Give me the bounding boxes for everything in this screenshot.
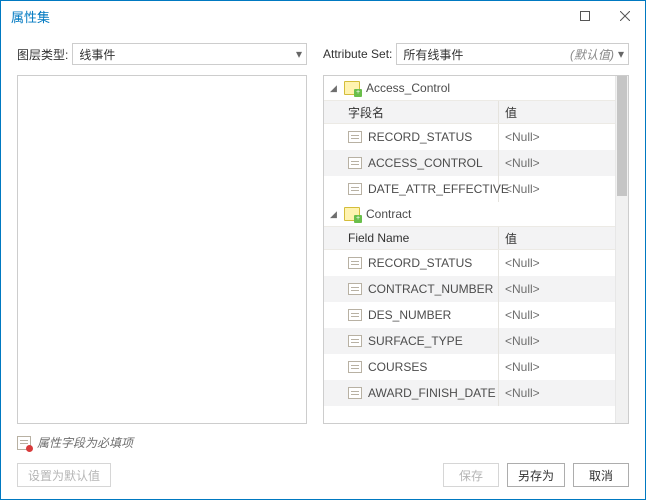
col-value-header: 值 <box>499 227 615 249</box>
field-row[interactable]: CONTRACT_NUMBER <Null> <box>324 276 615 302</box>
group-name: Contract <box>366 207 411 221</box>
close-button[interactable] <box>605 1 645 31</box>
field-icon <box>348 131 362 143</box>
field-value-cell[interactable]: <Null> <box>499 354 615 380</box>
field-name: SURFACE_TYPE <box>368 334 463 348</box>
content-area: 图层类型: 线事件 ▾ Attribute Set: 所有线事件 (默认值) ▾… <box>1 31 645 424</box>
field-name-cell: AWARD_FINISH_DATE <box>324 380 499 406</box>
collapse-icon: ◢ <box>330 83 340 94</box>
field-name-cell: SURFACE_TYPE <box>324 328 499 354</box>
field-icon <box>348 309 362 321</box>
col-value-header: 值 <box>499 101 615 123</box>
attribute-set-value: 所有线事件 <box>403 46 566 63</box>
titlebar: 属性集 <box>1 1 645 31</box>
field-name-cell: RECORD_STATUS <box>324 250 499 276</box>
folder-icon: + <box>344 81 360 95</box>
field-name-cell: DES_NUMBER <box>324 302 499 328</box>
field-name: CONTRACT_NUMBER <box>368 282 493 296</box>
field-icon <box>348 283 362 295</box>
dialog-window: 属性集 图层类型: 线事件 ▾ Attribute Set: 所有线事件 (默认… <box>0 0 646 500</box>
attribute-tree-pane: ◢+Access_Control字段名值RECORD_STATUS<Null>A… <box>323 75 629 424</box>
field-name: COURSES <box>368 360 427 374</box>
close-icon <box>620 11 630 21</box>
field-row[interactable]: DES_NUMBER <Null> <box>324 302 615 328</box>
layer-type-label: 图层类型: <box>17 46 68 63</box>
field-icon <box>348 361 362 373</box>
scroll-thumb[interactable] <box>617 76 627 196</box>
attribute-set-dropdown[interactable]: 所有线事件 (默认值) ▾ <box>396 43 629 65</box>
maximize-icon <box>580 11 590 21</box>
field-name-cell: CONTRACT_NUMBER <box>324 276 499 302</box>
field-value-cell[interactable]: <Null> <box>499 328 615 354</box>
attribute-set-label: Attribute Set: <box>323 47 392 61</box>
field-row[interactable]: SURFACE_TYPE <Null> <box>324 328 615 354</box>
scrollbar[interactable] <box>615 76 628 423</box>
field-icon <box>348 387 362 399</box>
field-row[interactable]: AWARD_FINISH_DATE<Null> <box>324 380 615 406</box>
group-name: Access_Control <box>366 81 450 95</box>
collapse-icon: ◢ <box>330 209 340 220</box>
chevron-down-icon: ▾ <box>296 47 302 61</box>
field-value-cell[interactable]: <Null> <box>499 250 615 276</box>
columns-header: Field Name值 <box>324 226 615 250</box>
field-name-cell: COURSES <box>324 354 499 380</box>
group-header[interactable]: ◢ + Access_Control <box>324 76 615 100</box>
field-name-cell: DATE_ATTR_EFFECTIVE <box>324 176 499 202</box>
group-header[interactable]: ◢ + Contract <box>324 202 615 226</box>
chevron-down-icon: ▾ <box>618 47 624 61</box>
field-name: ACCESS_CONTROL <box>368 156 483 170</box>
field-value-cell[interactable]: <Null> <box>499 276 615 302</box>
field-value-cell[interactable]: <Null> <box>499 124 615 150</box>
field-name: DATE_ATTR_EFFECTIVE <box>368 182 509 196</box>
field-row[interactable]: RECORD_STATUS <Null> <box>324 250 615 276</box>
cancel-button[interactable]: 取消 <box>573 463 629 487</box>
field-value-cell[interactable]: <Null> <box>499 150 615 176</box>
set-default-button[interactable]: 设置为默认值 <box>17 463 111 487</box>
field-name: DES_NUMBER <box>368 308 451 322</box>
col-field-header: 字段名 <box>324 101 499 123</box>
columns-header: 字段名值 <box>324 100 615 124</box>
layer-type-dropdown[interactable]: 线事件 ▾ <box>72 43 307 65</box>
field-row[interactable]: DATE_ATTR_EFFECTIVE<Null> <box>324 176 615 202</box>
field-icon <box>348 257 362 269</box>
field-name: RECORD_STATUS <box>368 130 472 144</box>
layer-type-value: 线事件 <box>79 46 292 63</box>
maximize-button[interactable] <box>565 1 605 31</box>
filters-row: 图层类型: 线事件 ▾ Attribute Set: 所有线事件 (默认值) ▾ <box>17 43 629 65</box>
field-value-cell[interactable]: <Null> <box>499 380 615 406</box>
left-pane <box>17 75 307 424</box>
field-name: AWARD_FINISH_DATE <box>368 386 496 400</box>
col-field-header: Field Name <box>324 227 499 249</box>
attribute-set-default: (默认值) <box>570 46 614 63</box>
field-value-cell[interactable]: <Null> <box>499 176 615 202</box>
panes: ◢+Access_Control字段名值RECORD_STATUS<Null>A… <box>17 75 629 424</box>
tree-scroll[interactable]: ◢+Access_Control字段名值RECORD_STATUS<Null>A… <box>324 76 615 423</box>
button-bar: 设置为默认值 保存 另存为 取消 <box>1 457 645 499</box>
field-icon <box>348 157 362 169</box>
field-name-cell: ACCESS_CONTROL <box>324 150 499 176</box>
required-field-icon <box>17 436 31 450</box>
footer-note: 属性字段为必填项 <box>1 424 645 457</box>
field-icon <box>348 183 362 195</box>
field-name-cell: RECORD_STATUS <box>324 124 499 150</box>
field-row[interactable]: RECORD_STATUS <Null> <box>324 124 615 150</box>
save-button[interactable]: 保存 <box>443 463 499 487</box>
folder-icon: + <box>344 207 360 221</box>
footer-note-text: 属性字段为必填项 <box>37 434 133 451</box>
field-row[interactable]: COURSES <Null> <box>324 354 615 380</box>
save-as-button[interactable]: 另存为 <box>507 463 565 487</box>
window-title: 属性集 <box>11 7 50 26</box>
field-value-cell[interactable]: <Null> <box>499 302 615 328</box>
field-row[interactable]: ACCESS_CONTROL <Null> <box>324 150 615 176</box>
field-icon <box>348 335 362 347</box>
field-name: RECORD_STATUS <box>368 256 472 270</box>
